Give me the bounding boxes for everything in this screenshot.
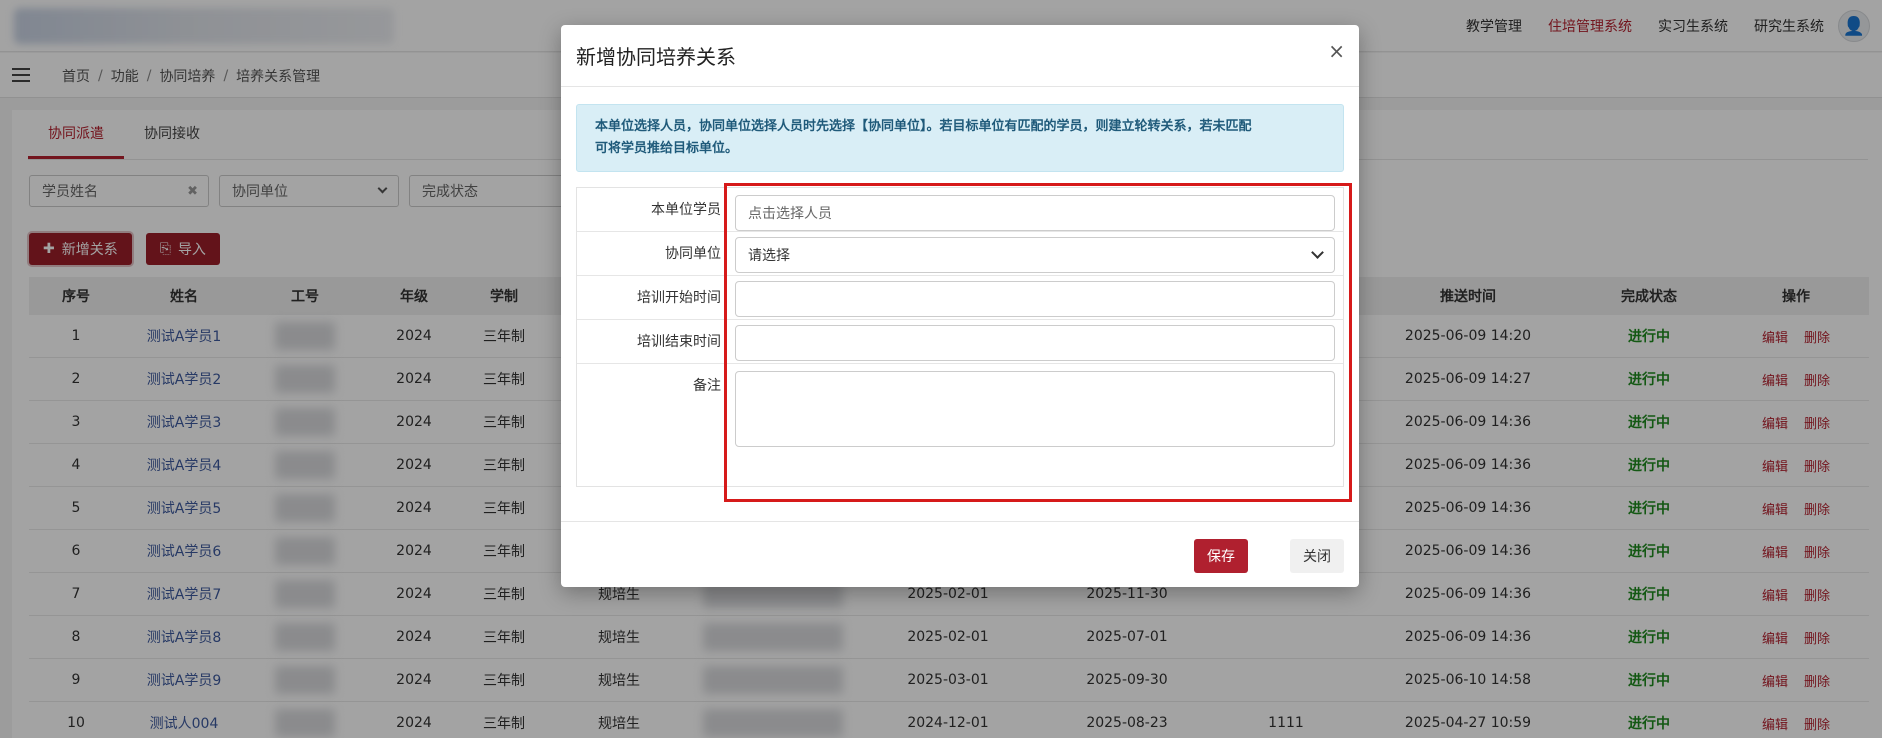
form-row-start: 培训开始时间 — [577, 276, 1343, 320]
collab-unit-dropdown[interactable]: 请选择 — [735, 237, 1335, 273]
close-button[interactable]: 关闭 — [1290, 539, 1344, 573]
add-relation-dialog: 新增协同培养关系 × 本单位选择人员，协同单位选择人员时先选择【协同单位】。若目… — [561, 25, 1359, 587]
form-row-unit: 协同单位 请选择 — [577, 232, 1343, 276]
start-time-input[interactable] — [735, 281, 1335, 317]
relation-form: 本单位学员 点击选择人员 协同单位 请选择 培训开始时间 培训结束时间 备注 — [576, 187, 1344, 487]
close-icon[interactable]: × — [1328, 39, 1345, 63]
dialog-footer: 保存 关闭 — [561, 521, 1359, 587]
dialog-title: 新增协同培养关系 — [576, 45, 736, 69]
chevron-down-icon — [1311, 246, 1324, 259]
alert-text-line1: 本单位选择人员，协同单位选择人员时先选择【协同单位】。若目标单位有匹配的学员，则… — [595, 119, 1252, 134]
end-time-label: 培训结束时间 — [637, 334, 721, 350]
alert-text-line2: 可将学员推给目标单位。 — [595, 141, 739, 156]
start-time-label: 培训开始时间 — [637, 290, 721, 306]
form-row-end: 培训结束时间 — [577, 320, 1343, 364]
student-picker-input[interactable]: 点击选择人员 — [735, 195, 1335, 231]
unit-label: 协同单位 — [665, 246, 721, 262]
form-row-student: 本单位学员 点击选择人员 — [577, 188, 1343, 232]
save-button[interactable]: 保存 — [1194, 539, 1248, 573]
student-picker-placeholder: 点击选择人员 — [748, 206, 832, 222]
collab-unit-value: 请选择 — [748, 248, 790, 264]
form-row-remark: 备注 — [577, 364, 1343, 487]
student-label: 本单位学员 — [651, 202, 721, 218]
info-alert: 本单位选择人员，协同单位选择人员时先选择【协同单位】。若目标单位有匹配的学员，则… — [576, 104, 1344, 172]
end-time-input[interactable] — [735, 325, 1335, 361]
dialog-header: 新增协同培养关系 × — [561, 25, 1359, 87]
remark-label: 备注 — [693, 378, 721, 394]
remark-textarea[interactable] — [735, 371, 1335, 447]
